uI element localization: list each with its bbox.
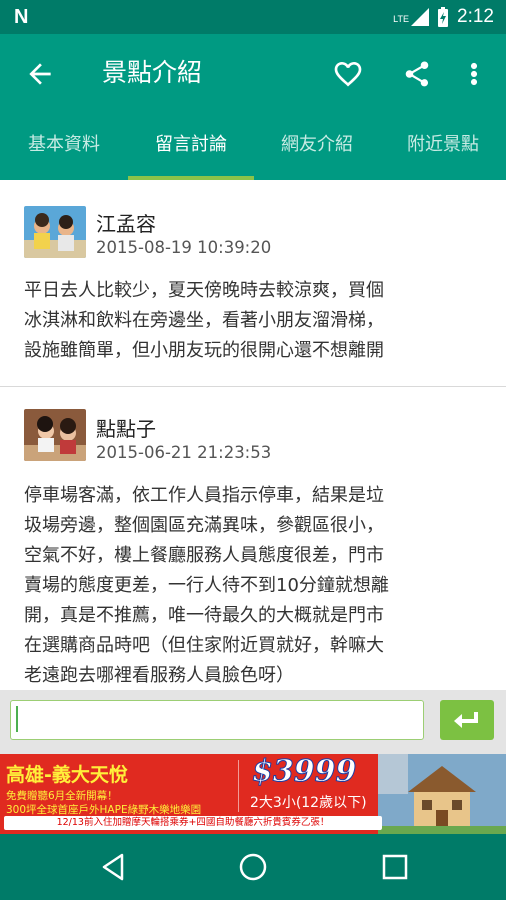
lte-signal-icon: LTE xyxy=(393,8,430,26)
share-icon[interactable] xyxy=(402,58,432,90)
text-cursor xyxy=(16,706,18,732)
back-triangle-icon[interactable] xyxy=(96,850,130,884)
back-arrow-icon[interactable] xyxy=(24,58,56,90)
comment-date: 2015-06-21 21:23:53 xyxy=(96,443,272,462)
home-circle-icon[interactable] xyxy=(236,850,270,884)
lte-label: LTE xyxy=(393,14,410,24)
comment-input[interactable] xyxy=(10,700,424,740)
avatar xyxy=(24,409,86,461)
tab-comments[interactable]: 留言討論 xyxy=(128,114,254,180)
comment-author: 江孟容 xyxy=(96,212,156,236)
more-vert-icon[interactable] xyxy=(464,58,484,90)
battery-charging-icon xyxy=(438,7,449,27)
ad-title: 高雄-義大天悅 xyxy=(6,764,128,786)
tab-nearby[interactable]: 附近景點 xyxy=(380,114,506,180)
tab-user-intro[interactable]: 網友介紹 xyxy=(254,114,380,180)
ad-line: 免費贈聽6月全新開幕！ xyxy=(6,790,118,802)
send-button[interactable] xyxy=(440,700,494,740)
comment-author: 點點子 xyxy=(96,417,156,441)
avatar xyxy=(24,206,86,258)
ad-divider xyxy=(238,760,239,812)
ad-line: 300坪全球首座戶外HAPE綠野木樂地樂園 xyxy=(6,804,202,816)
ad-footer-text: 12/13前入住加贈摩天輪搭乘券+四國自助餐廳六折貴賓券乙張！ xyxy=(4,816,382,830)
comment-input-bar xyxy=(0,690,506,754)
tab-bar: 基本資料 留言討論 網友介紹 附近景點 xyxy=(0,114,506,180)
house-illustration-icon xyxy=(378,754,506,834)
ad-price: $3999 xyxy=(251,754,357,790)
comment-item: 點點子 2015-06-21 21:23:53 停車場客滿，依工作人員指示停車，… xyxy=(0,387,506,690)
status-time: 2:12 xyxy=(457,6,494,27)
ad-banner[interactable]: 高雄-義大天悅 免費贈聽6月全新開幕！ 300坪全球首座戶外HAPE綠野木樂地樂… xyxy=(0,754,506,834)
app-bar: 景點介紹 xyxy=(0,34,506,114)
comment-date: 2015-08-19 10:39:20 xyxy=(96,238,272,257)
status-bar: N LTE 2:12 xyxy=(0,0,506,34)
page-title: 景點介紹 xyxy=(102,58,203,87)
favorite-heart-icon[interactable] xyxy=(332,58,364,90)
comment-text: 停車場客滿，依工作人員指示停車，結果是垃 圾場旁邊，整個園區充滿異味，參觀區很小… xyxy=(24,485,389,686)
system-nav-bar xyxy=(0,834,506,900)
comment-text: 平日去人比較少，夏天傍晚時去較涼爽，買個 冰淇淋和飲料在旁邊坐，看著小朋友溜滑梯… xyxy=(24,280,384,361)
tab-basic-info[interactable]: 基本資料 xyxy=(0,114,128,180)
ad-price-subtitle: 2大3小(12歲以下) xyxy=(250,795,367,811)
recents-square-icon[interactable] xyxy=(378,850,412,884)
enter-arrow-icon xyxy=(454,712,478,728)
comment-item: 江孟容 2015-08-19 10:39:20 平日去人比較少，夏天傍晚時去較涼… xyxy=(0,180,506,386)
notification-n-icon: N xyxy=(14,6,29,28)
